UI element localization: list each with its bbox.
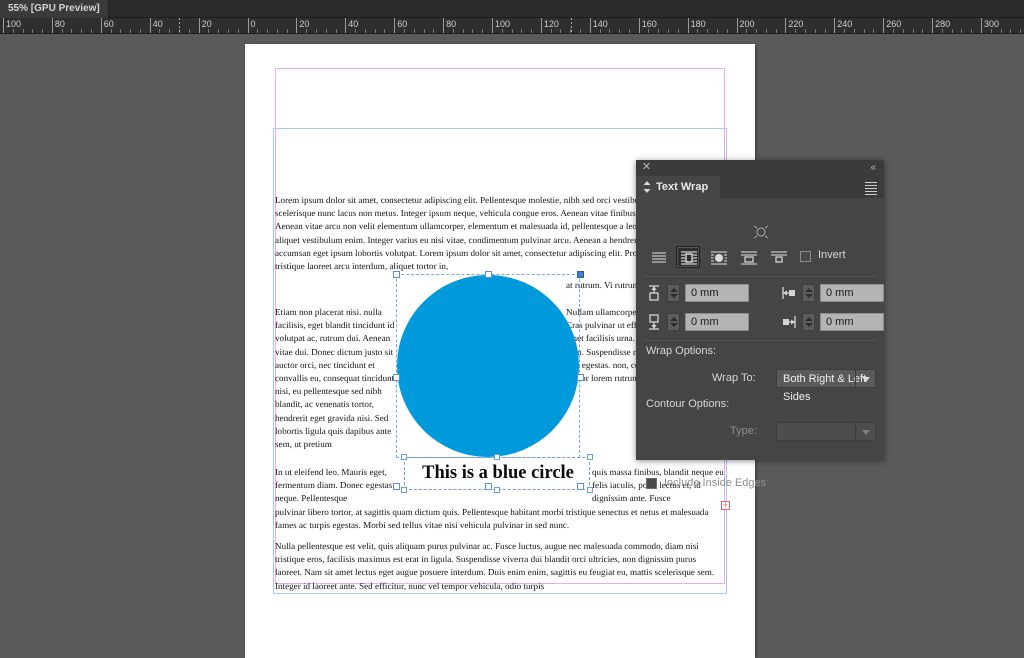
headline-handle-bottom-left[interactable]	[401, 487, 407, 493]
collapse-panel-icon[interactable]: «	[870, 161, 876, 174]
headline-handle-top-center[interactable]	[494, 454, 500, 460]
no-text-wrap-icon	[647, 247, 671, 269]
paragraph-top: Lorem ipsum dolor sit amet, consectetur …	[275, 194, 685, 273]
selection-handle-middle-left[interactable]	[393, 374, 400, 381]
chevron-down-icon[interactable]	[855, 423, 875, 440]
invert-label: Invert	[818, 249, 846, 261]
panel-drag-bar[interactable]: ✕ «	[636, 160, 884, 176]
chain-link-icon[interactable]	[752, 222, 770, 242]
offset-bottom-stepper[interactable]	[667, 313, 680, 331]
jump-object-icon	[737, 247, 761, 269]
stepper-down-arrow[interactable]	[670, 323, 678, 327]
paragraph-middle-left-text: In ut eleifend leo. Mauris eget, ferment…	[275, 466, 399, 506]
stepper-up-arrow[interactable]	[670, 317, 678, 321]
ruler-label: 20	[296, 19, 309, 30]
selection-handle-middle-right[interactable]	[577, 374, 584, 381]
document-title-bar: 55% [GPU Preview]	[0, 0, 1024, 18]
panel-divider-1	[644, 276, 876, 277]
offset-left-stepper[interactable]	[802, 284, 815, 302]
ruler-label: 40	[345, 19, 358, 30]
close-icon[interactable]: ✕	[641, 162, 652, 173]
headline-handle-top-right[interactable]	[587, 454, 593, 460]
offset-right-field[interactable]: 0 mm	[820, 313, 884, 331]
paragraph-bottom: Nulla pellentesque est velit, quis aliqu…	[275, 540, 723, 593]
wrap-to-label: Wrap To:	[712, 372, 756, 384]
offset-top-stepper[interactable]	[667, 284, 680, 302]
paragraph-middle-tail: pulvinar libero tortor, at sagittis quam…	[275, 506, 723, 532]
circle-selection-bounds	[396, 274, 580, 458]
paragraph-middle-tail-text: pulvinar libero tortor, at sagittis quam…	[275, 506, 723, 532]
stepper-up-arrow[interactable]	[670, 288, 678, 292]
wrap-options-section-label: Wrap Options:	[646, 345, 716, 357]
include-inside-edges-checkbox[interactable]	[646, 478, 657, 489]
ruler-label: 20	[199, 19, 212, 30]
offset-top-field[interactable]: 0 mm	[685, 284, 749, 302]
wrap-to-value: Both Right & Left Sides	[783, 373, 866, 403]
invert-checkbox[interactable]	[800, 251, 811, 262]
paragraph-bottom-text: Nulla pellentesque est velit, quis aliqu…	[275, 540, 723, 593]
panel-title: Text Wrap	[656, 181, 708, 193]
horizontal-ruler[interactable]: 1008060402002040608010012014016018020022…	[0, 18, 1024, 34]
wrap-around-object-shape-icon	[707, 247, 731, 269]
ruler-page-edge-marker	[571, 18, 572, 34]
ruler-label: 60	[101, 19, 114, 30]
stepper-down-arrow[interactable]	[805, 294, 813, 298]
document-tab-zoom-label[interactable]: 55% [GPU Preview]	[0, 0, 109, 18]
selection-handle-top-left[interactable]	[393, 271, 400, 278]
offset-row-bottom: 0 mm 0 mm	[636, 311, 884, 333]
ruler-label: 60	[394, 19, 407, 30]
contour-type-dropdown[interactable]	[776, 422, 876, 441]
ruler-page-edge-marker	[179, 18, 180, 34]
indesign-window: 55% [GPU Preview] 1008060402002040608010…	[0, 0, 1024, 658]
wrap-mode-no-text-wrap[interactable]	[646, 246, 670, 268]
tab-text-wrap[interactable]: Text Wrap	[636, 176, 720, 198]
contour-options-section-label: Contour Options:	[646, 398, 729, 410]
headline-handle-top-left[interactable]	[401, 454, 407, 460]
ruler-label: 0	[248, 19, 256, 30]
ruler-label: 80	[52, 19, 65, 30]
wrap-to-dropdown[interactable]: Both Right & Left Sides	[776, 369, 876, 388]
offset-left-field[interactable]: 0 mm	[820, 284, 884, 302]
offset-left-icon	[781, 284, 797, 302]
selection-handle-bottom-left[interactable]	[393, 483, 400, 490]
wrap-mode-object-shape[interactable]	[706, 246, 730, 268]
selection-handle-top-center[interactable]	[485, 271, 492, 278]
wrap-around-bounding-box-icon	[677, 247, 701, 269]
wrap-mode-jump-object[interactable]	[736, 246, 760, 268]
panel-menu-icon[interactable]	[865, 182, 877, 192]
panel-tab-strip: Text Wrap	[636, 176, 884, 198]
stepper-down-arrow[interactable]	[670, 294, 678, 298]
jump-to-next-column-icon	[767, 247, 791, 269]
headline-text: This is a blue circle	[409, 460, 587, 486]
paragraph-column-left-text: Etiam non placerat nisi. nulla facilisis…	[275, 306, 399, 451]
offset-top-icon	[646, 284, 662, 302]
wrap-mode-bounding-box[interactable]	[676, 246, 700, 268]
paragraph-middle-left: In ut eleifend leo. Mauris eget, ferment…	[275, 466, 399, 506]
panel-divider-2	[644, 340, 876, 341]
wrap-mode-button-row: Invert	[636, 244, 884, 274]
paragraph-column-left: Etiam non placerat nisi. nulla facilisis…	[275, 306, 399, 451]
ruler-label: 40	[150, 19, 163, 30]
offset-row-top: 0 mm 0 mm	[636, 282, 884, 304]
double-arrow-icon	[643, 181, 651, 193]
include-inside-edges-label: Include Inside Edges	[664, 477, 766, 489]
headline-handle-bottom-center[interactable]	[494, 487, 500, 493]
chevron-down-icon[interactable]	[855, 370, 875, 387]
stepper-up-arrow[interactable]	[805, 317, 813, 321]
ruler-label: 80	[443, 19, 456, 30]
offset-bottom-icon	[646, 313, 662, 331]
stepper-up-arrow[interactable]	[805, 288, 813, 292]
selection-handle-top-right[interactable]	[577, 271, 584, 278]
stepper-down-arrow[interactable]	[805, 323, 813, 327]
pasteboard[interactable]: + Lorem ipsum dolor sit amet, consectetu…	[0, 34, 1024, 658]
wrap-mode-jump-next-column[interactable]	[766, 246, 790, 268]
text-wrap-panel[interactable]: ✕ « Text Wrap	[636, 160, 884, 460]
paragraph-top-text: Lorem ipsum dolor sit amet, consectetur …	[275, 194, 685, 273]
contour-type-label: Type:	[730, 425, 757, 437]
offset-bottom-field[interactable]: 0 mm	[685, 313, 749, 331]
headline-handle-bottom-right[interactable]	[587, 487, 593, 493]
offset-right-stepper[interactable]	[802, 313, 815, 331]
offset-right-icon	[781, 313, 797, 331]
